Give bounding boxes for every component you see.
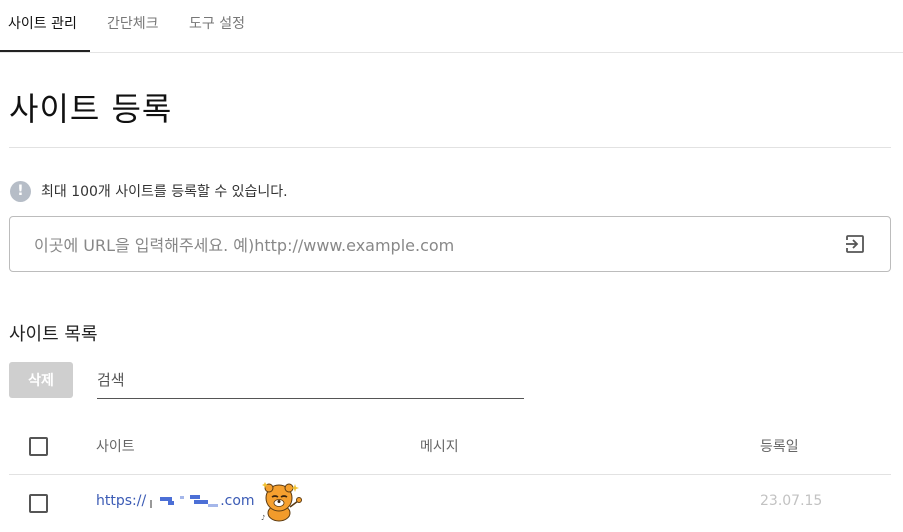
page-title: 사이트 등록 [9,90,173,128]
submit-arrow-icon[interactable] [844,233,866,255]
search-input[interactable] [97,362,524,399]
lion-character-icon: ♪ [261,482,302,522]
notice-text: 최대 100개 사이트를 등록할 수 있습니다. [41,184,288,200]
row-checkbox[interactable] [29,494,48,513]
column-header-registered-date: 등록일 [760,439,799,455]
site-url-prefix: https:// [96,493,147,509]
title-divider [9,147,891,148]
select-all-checkbox[interactable] [29,437,48,456]
top-tab-bar: 사이트 관리 간단체크 도구 설정 [0,0,903,53]
registered-date: 23.07.15 [760,493,823,509]
tab-tool-settings[interactable]: 도구 설정 [189,0,245,52]
site-list-title: 사이트 목록 [9,324,98,345]
notice: ! 최대 100개 사이트를 등록할 수 있습니다. [10,180,288,202]
redacted-domain [146,494,220,508]
site-url-suffix: .com [220,493,255,509]
url-input-box [9,216,891,273]
delete-button[interactable]: 삭제 [9,362,73,398]
url-input[interactable] [32,217,826,273]
site-url-link[interactable]: https:// .com [96,493,255,509]
svg-text:♪: ♪ [261,514,265,522]
active-tab-indicator [0,50,90,52]
exclamation-icon: ! [10,180,31,202]
tab-site-management[interactable]: 사이트 관리 [8,0,77,52]
column-header-message: 메시지 [420,439,459,455]
tab-quick-check[interactable]: 간단체크 [107,0,159,52]
table-header: 사이트 메시지 등록일 [9,418,891,475]
column-header-site: 사이트 [96,439,135,455]
table-row: https:// .com ♪ 23.07.15 [9,475,891,532]
